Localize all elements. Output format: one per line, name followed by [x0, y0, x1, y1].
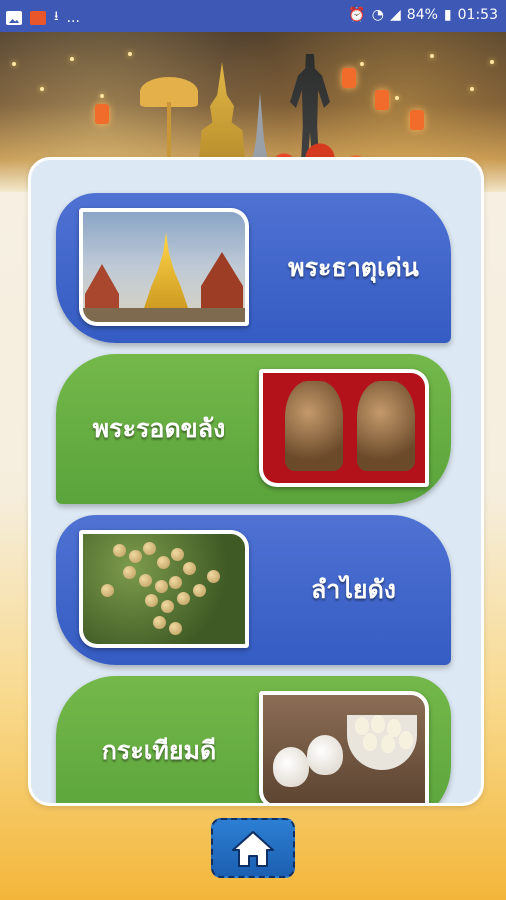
alarm-icon: ⏰	[348, 7, 366, 23]
more-notifications-indicator: ...	[66, 10, 80, 26]
pagoda-illustration	[198, 62, 246, 172]
amulet-photo	[259, 369, 429, 487]
battery-icon: ▮	[443, 7, 452, 23]
menu-item-garlic[interactable]: กระเทียมดี	[56, 676, 451, 803]
app-icon	[30, 11, 46, 25]
gallery-icon	[6, 11, 22, 25]
garlic-photo	[259, 691, 429, 803]
wifi-icon: ◔	[371, 7, 385, 23]
menu-item-label: กระเทียมดี	[101, 736, 217, 765]
menu-item-longan[interactable]: ลำไยดัง	[56, 515, 451, 665]
menu-item-label: ลำไยดัง	[310, 575, 397, 604]
menu-item-label: พระรอดขลัง	[92, 414, 226, 443]
menu-panel: พระธาตุเด่น พระรอดขลัง ลำไยดัง กระเทียมด…	[28, 157, 484, 806]
battery-percent: 84%	[406, 7, 438, 23]
status-bar: ⭳ ... ⏰ ◔ ◢ 84% ▮ 01:53	[0, 0, 506, 32]
menu-item-phra-rod[interactable]: พระรอดขลัง	[56, 354, 451, 504]
home-icon	[232, 831, 274, 867]
signal-icon: ◢	[390, 7, 401, 23]
longan-photo	[79, 530, 249, 648]
menu-item-label: พระธาตุเด่น	[288, 253, 419, 282]
download-done-icon: ⭳	[54, 9, 59, 24]
temple-photo	[79, 208, 249, 326]
menu-item-phra-that[interactable]: พระธาตุเด่น	[56, 193, 451, 343]
home-button[interactable]	[211, 818, 295, 878]
clock: 01:53	[457, 7, 498, 23]
